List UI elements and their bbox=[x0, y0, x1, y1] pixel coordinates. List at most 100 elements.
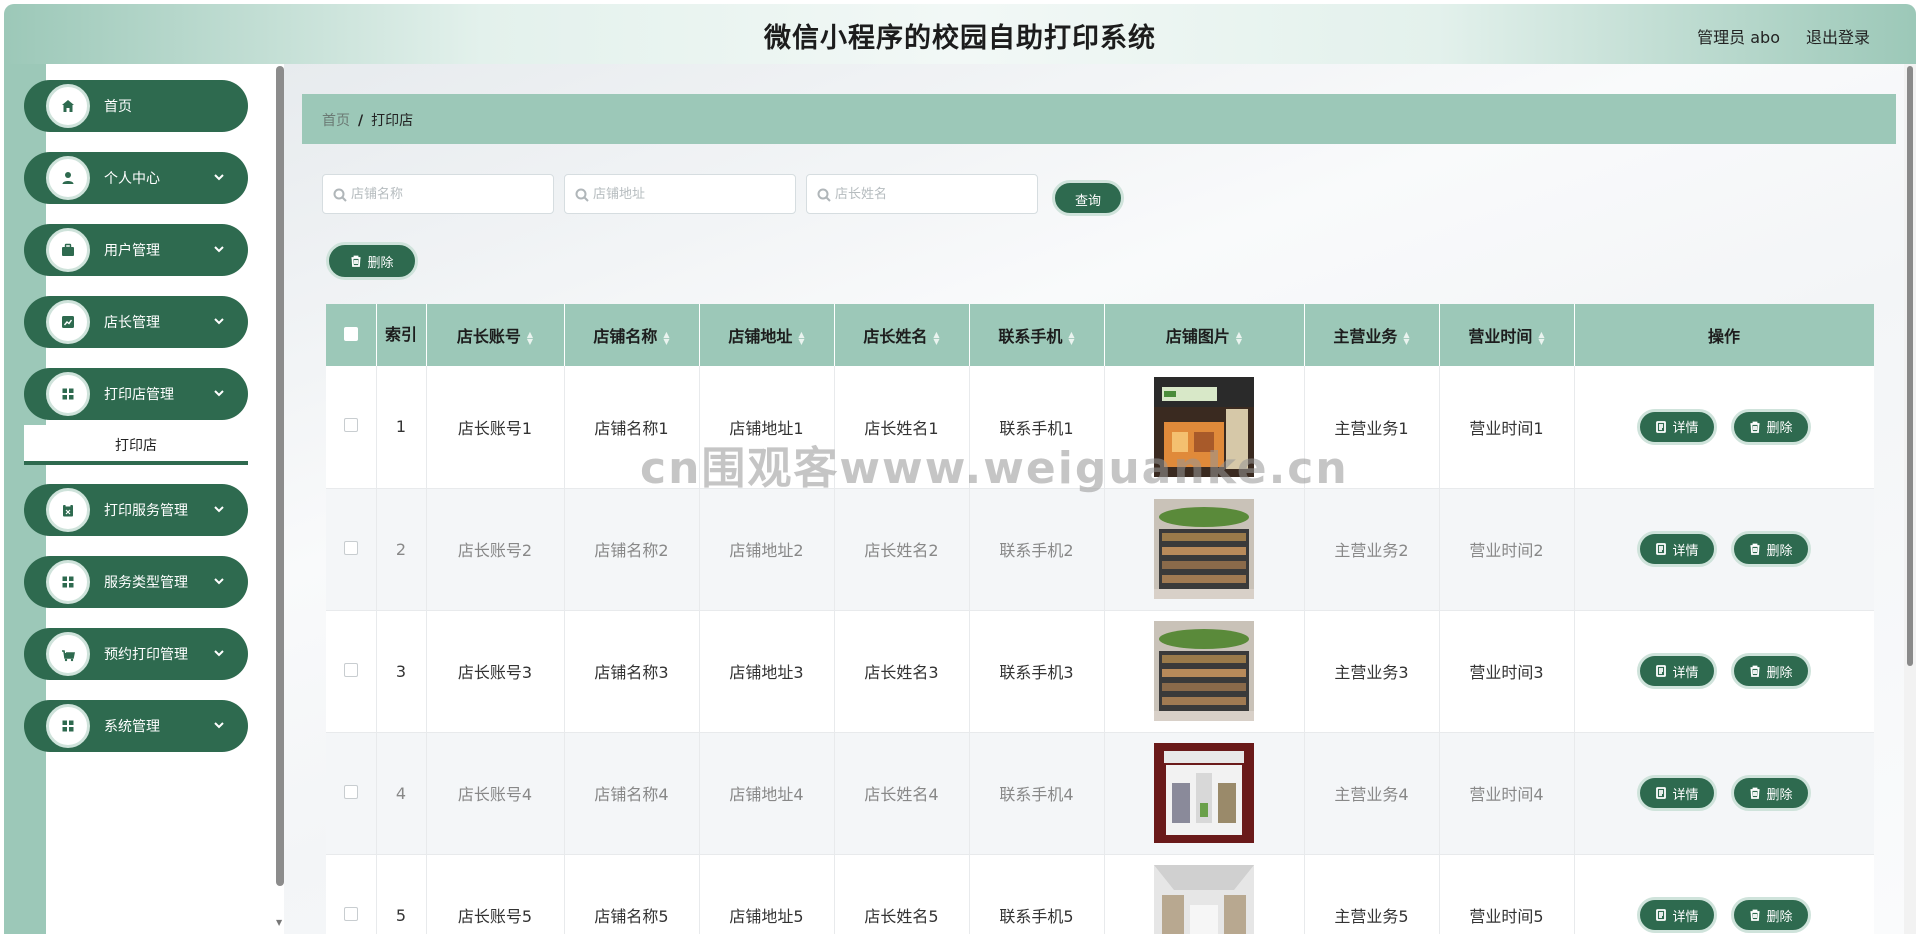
sidebar-item-label: 个人中心 bbox=[104, 171, 160, 187]
name-cell: 店铺名称3 bbox=[564, 610, 700, 733]
clipboard-icon bbox=[46, 488, 90, 532]
briefcase-icon bbox=[46, 228, 90, 272]
row-checkbox[interactable] bbox=[343, 906, 358, 921]
hours-cell: 营业时间5 bbox=[1439, 854, 1575, 934]
sidebar-item-users[interactable]: 用户管理 bbox=[24, 224, 248, 276]
row-checkbox[interactable] bbox=[343, 418, 358, 433]
account-cell: 店长账号4 bbox=[426, 732, 565, 855]
trash-icon bbox=[1750, 543, 1760, 555]
phone-cell: 联系手机5 bbox=[969, 854, 1105, 934]
trash-icon bbox=[1750, 909, 1760, 921]
table-row[interactable]: 3 店长账号3 店铺名称3 店铺地址3 店长姓名3 联系手机3 主营业务3 营业时间3 详情 删除 bbox=[326, 610, 1874, 733]
shop-name-input[interactable] bbox=[351, 183, 547, 205]
sidebar-item-owners[interactable]: 店长管理 bbox=[24, 296, 248, 348]
row-select-cell[interactable] bbox=[326, 488, 377, 611]
scroll-down-arrow-icon[interactable]: ▼ bbox=[276, 918, 282, 927]
breadcrumb-home[interactable]: 首页 bbox=[322, 113, 350, 129]
sort-icon: ▲ ▼ bbox=[1235, 329, 1243, 346]
select-all-checkbox[interactable] bbox=[343, 326, 358, 341]
trash-icon bbox=[1750, 665, 1760, 677]
search-icon bbox=[817, 188, 831, 202]
logout-link[interactable]: 退出登录 bbox=[1806, 24, 1870, 48]
table-row[interactable]: 2 店长账号2 店铺名称2 店铺地址2 店长姓名2 联系手机2 主营业务2 营业时间2 详情 删除 bbox=[326, 488, 1874, 611]
detail-button[interactable]: 详情 bbox=[1637, 775, 1717, 811]
address-cell: 店铺地址3 bbox=[699, 610, 835, 733]
delete-label: 删除 bbox=[1766, 543, 1793, 559]
shop-address-input[interactable] bbox=[593, 183, 789, 205]
owner-name-search-field[interactable] bbox=[806, 174, 1038, 214]
column-header-name[interactable]: 店铺名称 ▲ ▼ bbox=[564, 304, 700, 366]
chevron-down-icon bbox=[212, 169, 226, 183]
column-header-owner[interactable]: 店长姓名 ▲ ▼ bbox=[834, 304, 970, 366]
shop-name-search-field[interactable] bbox=[322, 174, 554, 214]
delete-button[interactable]: 删除 bbox=[1731, 653, 1811, 689]
name-cell: 店铺名称2 bbox=[564, 488, 700, 611]
delete-label: 删除 bbox=[1766, 787, 1793, 803]
sidebar-item-reservations[interactable]: 预约打印管理 bbox=[24, 628, 248, 680]
owner-name-input[interactable] bbox=[835, 183, 1031, 205]
owner-cell: 店长姓名5 bbox=[834, 854, 970, 934]
business-cell: 主营业务3 bbox=[1304, 610, 1440, 733]
row-select-cell[interactable] bbox=[326, 854, 377, 934]
sidebar-item-home[interactable]: 首页 bbox=[24, 80, 248, 132]
grid-icon bbox=[46, 704, 90, 748]
row-select-cell[interactable] bbox=[326, 610, 377, 733]
phone-cell: 联系手机4 bbox=[969, 732, 1105, 855]
row-checkbox[interactable] bbox=[343, 540, 358, 555]
column-header-account[interactable]: 店长账号 ▲ ▼ bbox=[426, 304, 565, 366]
delete-button[interactable]: 删除 bbox=[1731, 775, 1811, 811]
row-select-cell[interactable] bbox=[326, 366, 377, 489]
row-checkbox[interactable] bbox=[343, 784, 358, 799]
column-header-phone[interactable]: 联系手机 ▲ ▼ bbox=[969, 304, 1105, 366]
sidebar-item-label: 首页 bbox=[104, 99, 132, 115]
shop-address-search-field[interactable] bbox=[564, 174, 796, 214]
row-select-cell[interactable] bbox=[326, 732, 377, 855]
sidebar-item-label: 店长管理 bbox=[104, 315, 160, 331]
detail-button[interactable]: 详情 bbox=[1637, 531, 1717, 567]
column-header-business[interactable]: 主营业务 ▲ ▼ bbox=[1304, 304, 1440, 366]
hours-cell: 营业时间1 bbox=[1439, 366, 1575, 489]
document-icon bbox=[1656, 909, 1667, 921]
sidebar-item-print-services[interactable]: 打印服务管理 bbox=[24, 484, 248, 536]
column-header-hours[interactable]: 营业时间 ▲ ▼ bbox=[1439, 304, 1575, 366]
column-header-image[interactable]: 店铺图片 ▲ ▼ bbox=[1104, 304, 1305, 366]
grid-icon bbox=[46, 560, 90, 604]
detail-button[interactable]: 详情 bbox=[1637, 897, 1717, 933]
query-button[interactable]: 查询 bbox=[1052, 180, 1124, 216]
column-header-address[interactable]: 店铺地址 ▲ ▼ bbox=[699, 304, 835, 366]
sidebar-item-print-shops[interactable]: 打印店管理 bbox=[24, 368, 248, 420]
shop-image bbox=[1154, 499, 1254, 599]
hours-cell: 营业时间3 bbox=[1439, 610, 1575, 733]
delete-label: 删除 bbox=[1766, 421, 1793, 437]
address-cell: 店铺地址5 bbox=[699, 854, 835, 934]
sidebar-item-profile[interactable]: 个人中心 bbox=[24, 152, 248, 204]
delete-button[interactable]: 删除 bbox=[1731, 531, 1811, 567]
delete-button[interactable]: 删除 bbox=[1731, 408, 1811, 445]
delete-button[interactable]: 删除 bbox=[1731, 897, 1811, 933]
select-all-header[interactable] bbox=[326, 304, 377, 366]
batch-delete-button[interactable]: 删除 bbox=[326, 242, 418, 280]
row-checkbox[interactable] bbox=[343, 662, 358, 677]
main-scrollbar-thumb[interactable] bbox=[1907, 66, 1913, 666]
top-header: 微信小程序的校园自助打印系统 管理员 abo 退出登录 bbox=[4, 4, 1916, 64]
table-row[interactable]: 5 店长账号5 店铺名称5 店铺地址5 店长姓名5 联系手机5 主营业务5 营业时间5 详情 删除 bbox=[326, 854, 1874, 934]
sidebar-scrollbar[interactable] bbox=[276, 66, 284, 886]
submenu-item-print-shop[interactable]: 打印店 bbox=[24, 425, 248, 465]
chevron-down-icon bbox=[212, 645, 226, 659]
sort-icon: ▲ ▼ bbox=[526, 329, 534, 346]
sidebar-item-system[interactable]: 系统管理 bbox=[24, 700, 248, 752]
image-cell bbox=[1104, 488, 1305, 611]
chevron-down-icon bbox=[212, 501, 226, 515]
index-cell: 3 bbox=[376, 610, 427, 733]
sidebar-item-label: 打印店管理 bbox=[104, 387, 174, 403]
detail-button[interactable]: 详情 bbox=[1637, 408, 1717, 445]
shop-image bbox=[1154, 743, 1254, 843]
column-header-actions: 操作 bbox=[1574, 304, 1874, 366]
actions-cell: 详情 删除 bbox=[1574, 732, 1874, 855]
shop-image bbox=[1154, 865, 1254, 934]
account-cell: 店长账号5 bbox=[426, 854, 565, 934]
home-icon bbox=[46, 84, 90, 128]
table-row[interactable]: 4 店长账号4 店铺名称4 店铺地址4 店长姓名4 联系手机4 主营业务4 营业时间4 详情 删除 bbox=[326, 732, 1874, 855]
sidebar-item-service-types[interactable]: 服务类型管理 bbox=[24, 556, 248, 608]
detail-button[interactable]: 详情 bbox=[1637, 653, 1717, 689]
